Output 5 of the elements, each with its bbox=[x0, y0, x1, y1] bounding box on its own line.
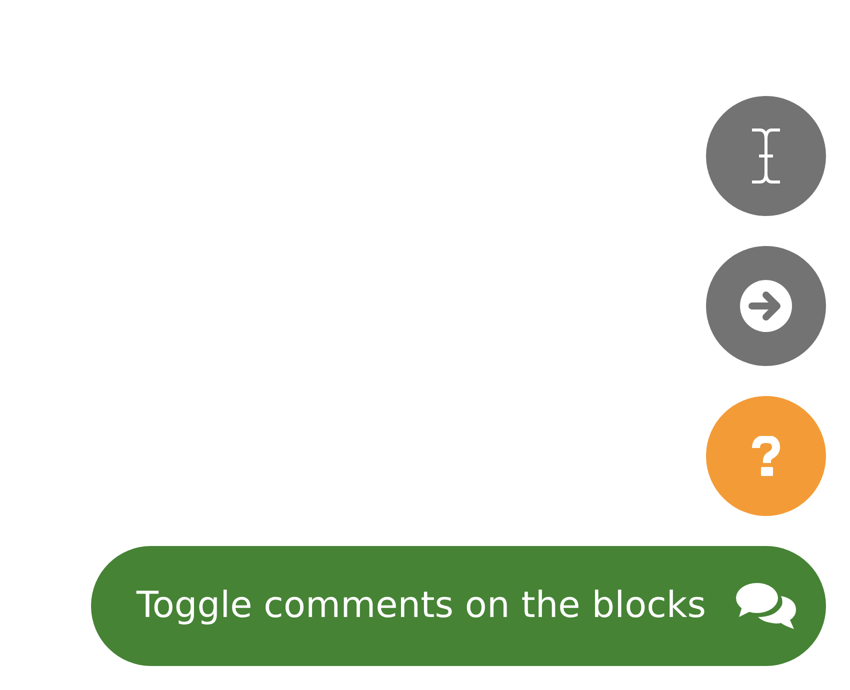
comments-icon bbox=[736, 583, 796, 629]
toggle-comments-button[interactable]: Toggle comments on the blocks bbox=[91, 546, 826, 666]
question-mark-icon bbox=[751, 436, 781, 476]
text-cursor-icon bbox=[750, 127, 782, 185]
arrow-right-circle-icon bbox=[740, 280, 792, 332]
